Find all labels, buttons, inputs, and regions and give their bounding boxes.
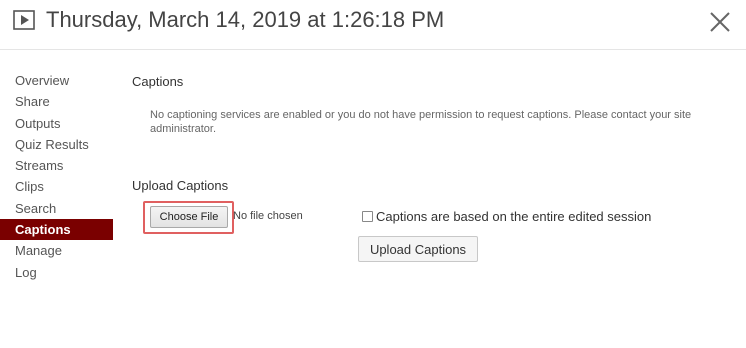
close-icon[interactable] [708,10,732,34]
sidebar-item-log[interactable]: Log [0,262,113,283]
upload-captions-heading: Upload Captions [132,178,229,193]
dialog-header: Thursday, March 14, 2019 at 1:26:18 PM [0,0,746,50]
choose-file-button[interactable]: Choose File [150,206,228,228]
play-icon [13,10,35,30]
sidebar-item-captions[interactable]: Captions [0,219,113,241]
file-status-text: No file chosen [233,210,303,222]
sidebar-item-clips[interactable]: Clips [0,176,113,197]
session-title: Thursday, March 14, 2019 at 1:26:18 PM [46,7,445,32]
sidebar-item-share[interactable]: Share [0,91,113,112]
session-settings-dialog: Thursday, March 14, 2019 at 1:26:18 PM O… [0,0,746,348]
sidebar-item-overview[interactable]: Overview [0,70,113,91]
sidebar-nav: Overview Share Outputs Quiz Results Stre… [0,70,113,283]
sidebar-item-quiz-results[interactable]: Quiz Results [0,134,113,155]
captions-heading: Captions [132,74,184,89]
upload-captions-button[interactable]: Upload Captions [358,236,478,262]
sidebar-item-streams[interactable]: Streams [0,155,113,176]
sidebar-item-search[interactable]: Search [0,198,113,219]
sidebar-item-outputs[interactable]: Outputs [0,113,113,134]
sidebar-item-manage[interactable]: Manage [0,240,113,261]
entire-session-checkbox[interactable] [362,211,373,222]
captions-notice: No captioning services are enabled or yo… [150,109,692,135]
entire-session-label: Captions are based on the entire edited … [376,209,652,224]
